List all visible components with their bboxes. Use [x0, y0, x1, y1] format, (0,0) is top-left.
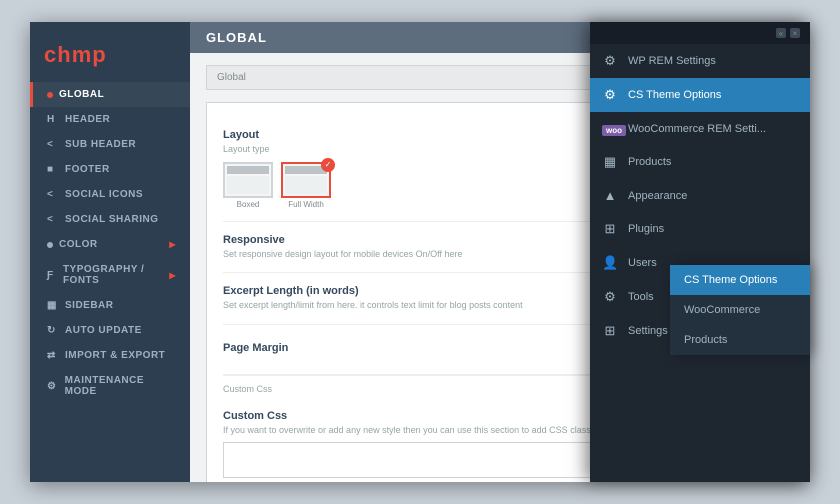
- boxed-thumb[interactable]: [223, 162, 273, 198]
- full-width-label-main: Full Width: [281, 200, 331, 209]
- submenu-woocommerce[interactable]: WooCommerce: [670, 295, 810, 325]
- sidebar-dot: [47, 92, 53, 98]
- cs-theme-label: CS Theme Options: [628, 89, 721, 101]
- wp-rem-icon: ⚙: [602, 53, 618, 69]
- sidebar-item-label: Color: [59, 239, 98, 250]
- sidebar-item-subheader[interactable]: < Sub Header: [30, 132, 190, 157]
- appearance-item[interactable]: ▲ Appearance: [590, 179, 810, 212]
- products-label: Products: [628, 156, 671, 168]
- full-width-thumb-main[interactable]: ✓: [281, 162, 331, 198]
- thumb-header: [227, 166, 269, 174]
- plugins-label: Plugins: [628, 223, 664, 235]
- sidebar-item-label: Social Icons: [65, 189, 143, 200]
- sidebar-item-social-icons[interactable]: < Social Icons: [30, 182, 190, 207]
- plugins-icon: ⊞: [602, 221, 618, 237]
- settings-label: Settings: [628, 325, 668, 337]
- logo-text: mp: [72, 42, 107, 67]
- screenshot-wrapper: chmp Global H Header < Sub Header ■ Foot…: [30, 22, 810, 482]
- boxed-option: Boxed: [223, 162, 273, 209]
- color-arrow: ▶: [169, 240, 176, 249]
- sidebar-item-label: Footer: [65, 164, 110, 175]
- products-item[interactable]: ▦ Products CS Theme Options WooCommerce …: [590, 145, 810, 179]
- maintenance-icon: ⚙: [47, 381, 59, 392]
- submenu-cs-theme[interactable]: CS Theme Options: [670, 265, 810, 295]
- main-title: GLOBAL: [206, 30, 267, 45]
- sidebar-item-label: Maintenance Mode: [65, 375, 176, 397]
- logo-accent: ch: [44, 42, 72, 67]
- panel-minimize-button[interactable]: «: [776, 28, 786, 38]
- thumb-body: [227, 176, 269, 194]
- full-width-option: ✓ Full Width: [281, 162, 331, 209]
- sidebar-item-auto-update[interactable]: ↻ Auto Update: [30, 318, 190, 343]
- selected-badge: ✓: [321, 158, 335, 172]
- typography-arrow: ▶: [169, 271, 176, 280]
- sidebar-item-maintenance[interactable]: ⚙ Maintenance Mode: [30, 368, 190, 404]
- sidebar-item-label: Typography / Fonts: [63, 264, 163, 286]
- woocommerce-rem-label: WooCommerce REM Setti...: [628, 123, 766, 135]
- responsive-label: Responsive: [223, 234, 462, 246]
- woo-badge: woo: [602, 125, 626, 136]
- responsive-desc: Set responsive design layout for mobile …: [223, 248, 462, 261]
- woocommerce-rem-item[interactable]: woo WooCommerce REM Setti...: [590, 112, 810, 145]
- panel-header-buttons: « ×: [776, 28, 800, 38]
- cs-theme-options-item[interactable]: ⚙ CS Theme Options: [590, 78, 810, 112]
- sidebar-item-label: Sub Header: [65, 139, 136, 150]
- app-logo: chmp: [30, 32, 190, 82]
- submenu-products-label: Products: [684, 334, 727, 346]
- footer-icon: ■: [47, 164, 59, 175]
- sidebar-item-color[interactable]: Color ▶: [30, 232, 190, 257]
- tools-label: Tools: [628, 291, 654, 303]
- cs-theme-icon: ⚙: [602, 87, 618, 103]
- wp-panel: « × ⚙ WP REM Settings ⚙ CS Theme Options…: [590, 22, 810, 482]
- excerpt-label: Excerpt Length (in words): [223, 285, 523, 297]
- users-label: Users: [628, 257, 657, 269]
- wp-rem-settings-item[interactable]: ⚙ WP REM Settings: [590, 44, 810, 78]
- wp-panel-header: « ×: [590, 22, 810, 44]
- sidebar: chmp Global H Header < Sub Header ■ Foot…: [30, 22, 190, 482]
- sidebar-item-label: Global: [59, 89, 104, 100]
- boxed-label: Boxed: [223, 200, 273, 209]
- sidebar-item-global[interactable]: Global: [30, 82, 190, 107]
- import-export-icon: ⇄: [47, 350, 59, 361]
- settings-icon: ⊞: [602, 323, 618, 339]
- subheader-icon: <: [47, 139, 59, 150]
- auto-update-icon: ↻: [47, 325, 59, 336]
- sidebar-item-label: Sidebar: [65, 300, 114, 311]
- panel-close-button[interactable]: ×: [790, 28, 800, 38]
- woo-icon: woo: [602, 121, 618, 136]
- page-margin-label: Page Margin: [223, 342, 288, 354]
- products-icon: ▦: [602, 154, 618, 170]
- sidebar-item-label: Social Sharing: [65, 214, 159, 225]
- submenu-flyout: CS Theme Options WooCommerce Products: [670, 265, 810, 355]
- submenu-products[interactable]: Products: [670, 325, 810, 355]
- color-dot: [47, 242, 53, 248]
- appearance-label: Appearance: [628, 190, 687, 202]
- submenu-cs-theme-label: CS Theme Options: [684, 274, 777, 286]
- sidebar-item-label: Header: [65, 114, 110, 125]
- sidebar-item-social-sharing[interactable]: < Social Sharing: [30, 207, 190, 232]
- social-icons-icon: <: [47, 189, 59, 200]
- thumb-body: [285, 176, 327, 194]
- plugins-item[interactable]: ⊞ Plugins: [590, 212, 810, 246]
- excerpt-desc: Set excerpt length/limit from here. it c…: [223, 299, 523, 312]
- tools-icon: ⚙: [602, 289, 618, 305]
- wp-rem-label: WP REM Settings: [628, 55, 716, 67]
- sidebar-icon: ▦: [47, 300, 59, 311]
- sidebar-item-label: Auto Update: [65, 325, 142, 336]
- appearance-icon: ▲: [602, 188, 618, 203]
- sidebar-item-header[interactable]: H Header: [30, 107, 190, 132]
- submenu-woocommerce-label: WooCommerce: [684, 304, 760, 316]
- sidebar-item-import-export[interactable]: ⇄ Import & Export: [30, 343, 190, 368]
- header-icon: H: [47, 114, 59, 125]
- sidebar-item-sidebar[interactable]: ▦ Sidebar: [30, 293, 190, 318]
- sidebar-item-typography[interactable]: ƒ Typography / Fonts ▶: [30, 257, 190, 293]
- sidebar-item-footer[interactable]: ■ Footer: [30, 157, 190, 182]
- typography-icon: ƒ: [47, 270, 57, 281]
- social-sharing-icon: <: [47, 214, 59, 225]
- sidebar-item-label: Import & Export: [65, 350, 165, 361]
- users-icon: 👤: [602, 255, 618, 271]
